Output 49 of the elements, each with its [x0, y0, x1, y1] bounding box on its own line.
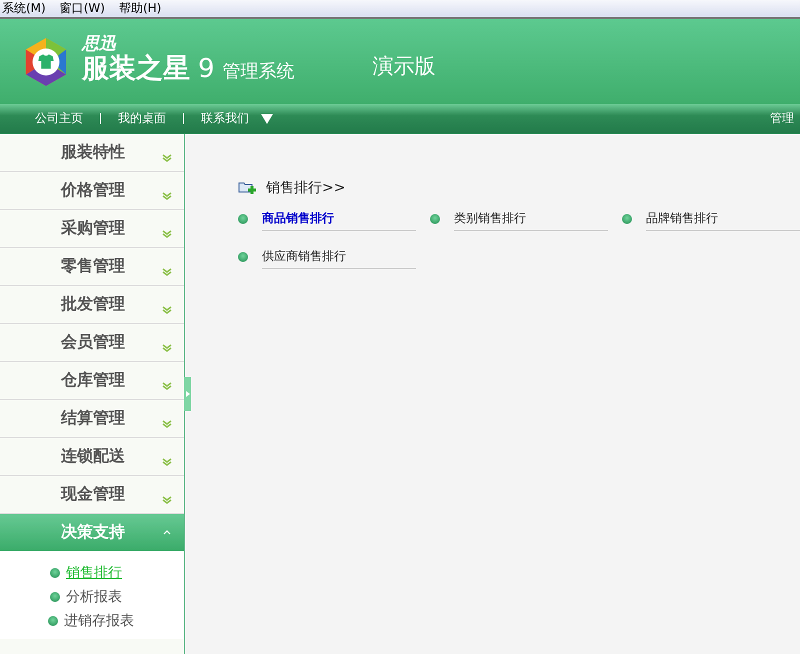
report-link[interactable]: 商品销售排行 — [262, 207, 416, 231]
sidebar-item[interactable]: 会员管理 — [0, 324, 184, 362]
submenu-link[interactable]: 进销存报表 — [64, 612, 134, 630]
sidebar-item[interactable]: 仓库管理 — [0, 362, 184, 400]
folder-add-icon — [238, 180, 256, 196]
nav-link[interactable]: 我的桌面 — [118, 110, 166, 127]
bullet-icon — [622, 214, 632, 224]
collapse-handle[interactable] — [184, 377, 191, 411]
nav-link[interactable]: 联系我们 — [201, 110, 249, 127]
sidebar-item[interactable]: 连锁配送 — [0, 438, 184, 476]
menu-item[interactable]: 帮助(H) — [118, 0, 162, 17]
sidebar-item[interactable]: 零售管理 — [0, 248, 184, 286]
dropdown-arrow-icon[interactable] — [261, 114, 273, 124]
chevron-up-icon — [162, 528, 172, 536]
menu-item[interactable]: 窗口(W) — [60, 0, 105, 17]
chevron-down-icon — [162, 420, 172, 428]
chevron-down-icon — [162, 306, 172, 314]
bullet-icon — [430, 214, 440, 224]
chevron-down-icon — [162, 230, 172, 238]
bullet-icon — [238, 214, 248, 224]
report-link[interactable]: 供应商销售排行 — [262, 245, 416, 269]
user-label[interactable]: 管理 — [770, 110, 794, 127]
chevron-down-icon — [162, 382, 172, 390]
version-number: 9 — [198, 54, 215, 84]
report-link[interactable]: 类别销售排行 — [454, 207, 608, 231]
report-link[interactable]: 品牌销售排行 — [646, 207, 800, 231]
sidebar-item[interactable]: 价格管理 — [0, 172, 184, 210]
sidebar-item[interactable]: 服装特性 — [0, 134, 184, 172]
bullet-icon — [50, 568, 60, 578]
bullet-icon — [48, 616, 58, 626]
bullet-icon — [238, 252, 248, 262]
product-subtitle: 管理系统 — [222, 60, 295, 82]
chevron-down-icon — [162, 268, 172, 276]
sidebar-item[interactable]: 采购管理 — [0, 210, 184, 248]
sidebar-item[interactable]: 批发管理 — [0, 286, 184, 324]
submenu-link[interactable]: 分析报表 — [66, 588, 122, 606]
chevron-down-icon — [162, 344, 172, 352]
product-name: 服装之星 — [82, 52, 190, 84]
chevron-down-icon — [162, 154, 172, 162]
bullet-icon — [50, 592, 60, 602]
chevron-down-icon — [162, 458, 172, 466]
chevron-down-icon — [162, 192, 172, 200]
sidebar-item[interactable]: 结算管理 — [0, 400, 184, 438]
brand-name: 思迅 — [82, 34, 118, 52]
menu-item[interactable]: 系统(M) — [2, 0, 46, 17]
edition-label: 演示版 — [372, 52, 436, 80]
chevron-down-icon — [162, 496, 172, 504]
nav-link[interactable]: 公司主页 — [35, 110, 83, 127]
section-title: 销售排行>> — [266, 179, 346, 197]
